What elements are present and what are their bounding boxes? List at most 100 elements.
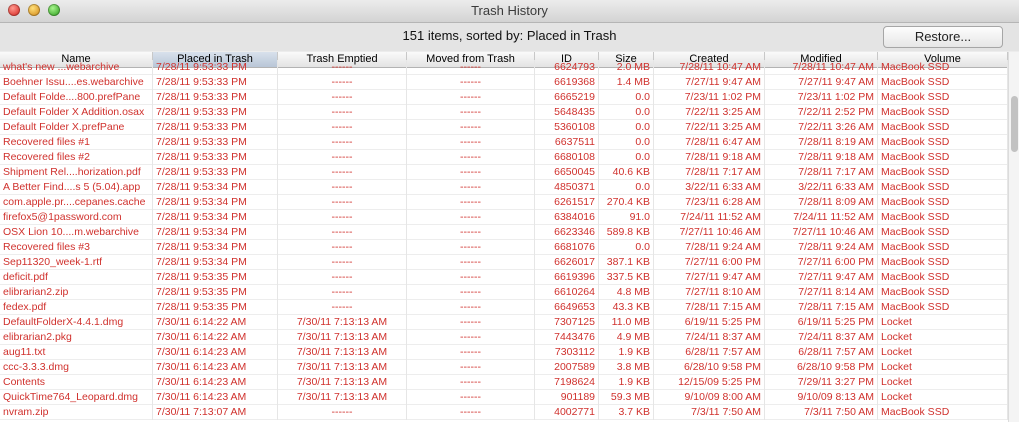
placed-cell: 7/28/11 9:53:34 PM [153, 240, 278, 255]
id-cell: 6650045 [535, 165, 599, 180]
created-cell: 7/28/11 9:18 AM [654, 150, 765, 165]
name-cell: fedex.pdf [0, 300, 153, 315]
name-cell: A Better Find....s 5 (5.04).app [0, 180, 153, 195]
moved-cell: ------ [407, 225, 535, 240]
table-row[interactable]: A Better Find....s 5 (5.04).app 7/28/11 9… [0, 180, 1008, 195]
volume-cell: MacBook SSD [878, 180, 1008, 195]
emptied-cell: ------ [278, 210, 407, 225]
size-cell: 2.0 MB [599, 60, 654, 75]
table-row[interactable]: QuickTime764_Leopard.dmg 7/30/11 6:14:23 … [0, 390, 1008, 405]
placed-cell: 7/30/11 7:13:07 AM [153, 405, 278, 420]
emptied-cell: 7/30/11 7:13:13 AM [278, 330, 407, 345]
emptied-cell: ------ [278, 255, 407, 270]
emptied-cell: ------ [278, 120, 407, 135]
volume-cell: MacBook SSD [878, 210, 1008, 225]
table-row[interactable]: elibrarian2.zip 7/28/11 9:53:35 PM ------ -… [0, 285, 1008, 300]
id-cell: 6626017 [535, 255, 599, 270]
table-row[interactable]: com.apple.pr....cepanes.cache 7/28/11 9:5… [0, 195, 1008, 210]
placed-cell: 7/28/11 9:53:34 PM [153, 195, 278, 210]
created-cell: 7/28/11 6:47 AM [654, 135, 765, 150]
restore-button[interactable]: Restore... [883, 26, 1003, 48]
volume-cell: MacBook SSD [878, 120, 1008, 135]
placed-cell: 7/28/11 9:53:35 PM [153, 285, 278, 300]
name-cell: nvram.zip [0, 405, 153, 420]
name-cell: firefox5@1password.com [0, 210, 153, 225]
table-row[interactable]: nvram.zip 7/30/11 7:13:07 AM ------ ------ 4… [0, 405, 1008, 420]
emptied-cell: 7/30/11 7:13:13 AM [278, 390, 407, 405]
table-row[interactable]: Default Folder X.prefPane 7/28/11 9:53:33… [0, 120, 1008, 135]
table-row[interactable]: OSX Lion 10....m.webarchive 7/28/11 9:53:… [0, 225, 1008, 240]
emptied-cell: 7/30/11 7:13:13 AM [278, 375, 407, 390]
emptied-cell: ------ [278, 285, 407, 300]
table-row[interactable]: Recovered files #2 7/28/11 9:53:33 PM ----… [0, 150, 1008, 165]
placed-cell: 7/28/11 9:53:33 PM [153, 135, 278, 150]
table-row[interactable]: DefaultFolderX-4.4.1.dmg 7/30/11 6:14:22 … [0, 315, 1008, 330]
table-row[interactable]: Recovered files #1 7/28/11 9:53:33 PM ----… [0, 135, 1008, 150]
size-cell: 0.0 [599, 240, 654, 255]
created-cell: 7/3/11 7:50 AM [654, 405, 765, 420]
emptied-cell: 7/30/11 7:13:13 AM [278, 315, 407, 330]
created-cell: 7/28/11 7:17 AM [654, 165, 765, 180]
table-row[interactable]: Default Folder X Addition.osax 7/28/11 9:… [0, 105, 1008, 120]
table-row[interactable]: Default Folde....800.prefPane 7/28/11 9:5… [0, 90, 1008, 105]
size-cell: 59.3 MB [599, 390, 654, 405]
volume-cell: Locket [878, 360, 1008, 375]
table-row[interactable]: aug11.txt 7/30/11 6:14:23 AM 7/30/11 7:13:… [0, 345, 1008, 360]
table-row[interactable]: ccc-3.3.3.dmg 7/30/11 6:14:23 AM 7/30/11 7… [0, 360, 1008, 375]
scrollbar-thumb[interactable] [1011, 96, 1018, 152]
table-row[interactable]: Recovered files #3 7/28/11 9:53:34 PM ----… [0, 240, 1008, 255]
created-cell: 7/22/11 3:25 AM [654, 105, 765, 120]
placed-cell: 7/28/11 9:53:34 PM [153, 210, 278, 225]
id-cell: 6649653 [535, 300, 599, 315]
moved-cell: ------ [407, 75, 535, 90]
modified-cell: 7/24/11 8:37 AM [765, 330, 878, 345]
table-row[interactable]: Contents 7/30/11 6:14:23 AM 7/30/11 7:13:1… [0, 375, 1008, 390]
modified-cell: 7/29/11 3:27 PM [765, 375, 878, 390]
created-cell: 7/27/11 8:10 AM [654, 285, 765, 300]
table-row[interactable]: elibrarian2.pkg 7/30/11 6:14:22 AM 7/30/11… [0, 330, 1008, 345]
volume-cell: MacBook SSD [878, 270, 1008, 285]
volume-cell: Locket [878, 375, 1008, 390]
name-cell: what's new ...webarchive [0, 60, 153, 75]
volume-cell: MacBook SSD [878, 105, 1008, 120]
status-text: 151 items, sorted by: Placed in Trash [402, 28, 617, 43]
table-row-partial[interactable]: what's new ...webarchive 7/28/11 9:53:33 … [0, 60, 1008, 75]
id-cell: 6624793 [535, 60, 599, 75]
emptied-cell: 7/30/11 7:13:13 AM [278, 345, 407, 360]
name-cell: Contents [0, 375, 153, 390]
id-cell: 6261517 [535, 195, 599, 210]
volume-cell: MacBook SSD [878, 405, 1008, 420]
created-cell: 7/28/11 9:24 AM [654, 240, 765, 255]
created-cell: 12/15/09 5:25 PM [654, 375, 765, 390]
table-row[interactable]: fedex.pdf 7/28/11 9:53:35 PM ------ ------ 6… [0, 300, 1008, 315]
created-cell: 7/23/11 1:02 PM [654, 90, 765, 105]
moved-cell: ------ [407, 390, 535, 405]
modified-cell: 7/27/11 9:47 AM [765, 75, 878, 90]
id-cell: 6680108 [535, 150, 599, 165]
vertical-scrollbar[interactable] [1008, 52, 1019, 422]
placed-cell: 7/28/11 9:53:33 PM [153, 165, 278, 180]
name-cell: elibrarian2.zip [0, 285, 153, 300]
size-cell: 1.4 MB [599, 75, 654, 90]
emptied-cell: ------ [278, 90, 407, 105]
table-row[interactable]: deficit.pdf 7/28/11 9:53:35 PM ------ -----… [0, 270, 1008, 285]
size-cell: 0.0 [599, 180, 654, 195]
name-cell: Recovered files #2 [0, 150, 153, 165]
table-row[interactable]: firefox5@1password.com 7/28/11 9:53:34 PM… [0, 210, 1008, 225]
table-row[interactable]: Boehner Issu....es.webarchive 7/28/11 9:5… [0, 75, 1008, 90]
volume-cell: MacBook SSD [878, 255, 1008, 270]
placed-cell: 7/28/11 9:53:34 PM [153, 180, 278, 195]
name-cell: ccc-3.3.3.dmg [0, 360, 153, 375]
created-cell: 7/27/11 9:47 AM [654, 270, 765, 285]
table-row[interactable]: Shipment Rel....horization.pdf 7/28/11 9:… [0, 165, 1008, 180]
window-title: Trash History [471, 3, 548, 18]
id-cell: 6619368 [535, 75, 599, 90]
table-row[interactable]: Sep11320_week-1.rtf 7/28/11 9:53:34 PM ---… [0, 255, 1008, 270]
created-cell: 7/22/11 3:25 AM [654, 120, 765, 135]
volume-cell: MacBook SSD [878, 240, 1008, 255]
name-cell: elibrarian2.pkg [0, 330, 153, 345]
volume-cell: MacBook SSD [878, 135, 1008, 150]
modified-cell: 7/28/11 9:18 AM [765, 150, 878, 165]
id-cell: 6623346 [535, 225, 599, 240]
name-cell: Boehner Issu....es.webarchive [0, 75, 153, 90]
